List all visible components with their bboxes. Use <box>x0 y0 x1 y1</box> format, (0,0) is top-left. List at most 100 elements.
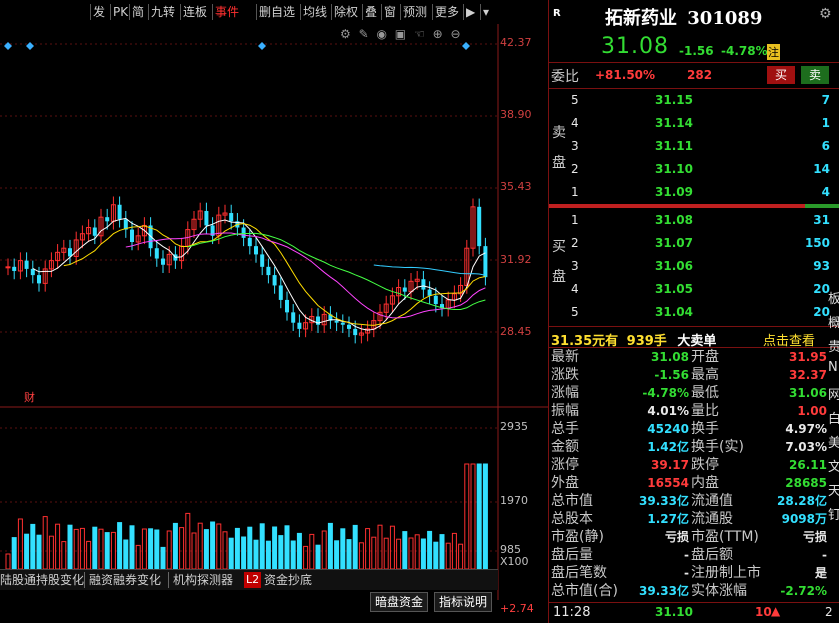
zoom-out-icon[interactable]: ⊖ <box>450 27 460 41</box>
volume-bar <box>160 546 166 570</box>
volume-bar <box>42 516 48 570</box>
volume-bar <box>414 534 420 570</box>
finance-marker[interactable]: 财 <box>24 389 35 405</box>
volume-bar <box>402 531 408 570</box>
toolbar-item-pk[interactable]: PK <box>110 4 130 20</box>
stat-value: -1.56 <box>654 368 689 382</box>
toolbar-item-forecast[interactable]: 预测 <box>400 4 429 20</box>
stat-label: 开盘 <box>691 349 719 365</box>
toolbar-item-exright[interactable]: 除权 <box>331 4 360 20</box>
candle-body <box>105 217 110 222</box>
sell-level: 3 <box>571 139 579 153</box>
toolbar-item-remove-fav[interactable]: 删自选 <box>256 4 297 20</box>
stat-label: 总手 <box>551 421 579 437</box>
toolbar-item-window[interactable]: 窗 <box>381 4 398 20</box>
sell-row[interactable]: 1 31.09 4 <box>549 181 839 203</box>
volume-bar <box>265 540 271 570</box>
sell-level: 2 <box>571 162 579 176</box>
sell-level: 1 <box>571 185 579 199</box>
buy-button[interactable]: 买 <box>767 66 795 84</box>
stat-value: 39.33亿 <box>639 584 689 598</box>
stat-row: 总市值 39.33亿 流通值 28.28亿 <box>549 492 839 510</box>
sell-row[interactable]: 3 31.11 6 <box>549 135 839 157</box>
volume-bar <box>259 523 265 570</box>
toolbar-item-jiuzhuan[interactable]: 九转 <box>148 4 177 20</box>
settings-icon[interactable]: ⚙ <box>340 27 351 41</box>
eye-icon[interactable]: ◉ <box>376 27 386 41</box>
volume-bar <box>315 544 321 570</box>
edge-char: 天 <box>828 484 839 499</box>
sell-button[interactable]: 卖 <box>801 66 829 84</box>
buy-level: 2 <box>571 236 579 250</box>
stat-value: 26.11 <box>789 458 827 472</box>
buy-price: 31.06 <box>655 259 693 273</box>
toolbar-item-lianban[interactable]: 连板 <box>180 4 209 20</box>
sell-row[interactable]: 4 31.14 1 <box>549 112 839 134</box>
buy-row[interactable]: 2 31.07 150 <box>549 232 839 254</box>
volume-bar <box>371 536 377 570</box>
tab-margin[interactable]: 融资融券变化 <box>84 572 161 588</box>
event-marker-icon <box>258 42 266 50</box>
kline-chart[interactable]: 42.37 38.90 35.43 31.92 28.45 2935 1970 … <box>0 24 548 600</box>
stat-label: 盘后笔数 <box>551 565 607 581</box>
toolbar-item-overlay[interactable]: 叠 <box>362 4 379 20</box>
volume-bar <box>303 545 309 570</box>
candle-body <box>12 266 17 271</box>
arrow-up-icon: ▲ <box>771 604 781 618</box>
change-percent: -4.78% <box>721 44 768 58</box>
volume-tick-2: 1970 <box>500 494 528 507</box>
zoom-in-icon[interactable]: ⊕ <box>433 27 443 41</box>
volume-bar <box>247 526 253 570</box>
edge-char: N <box>828 360 838 375</box>
volume-bar <box>36 534 42 570</box>
toolbar-item-more[interactable]: 更多 <box>432 4 461 20</box>
stat-label: 涨停 <box>551 457 579 473</box>
stock-name: 拓新药业 301089 <box>605 4 762 30</box>
indicator-guide-button[interactable]: 指标说明 <box>434 592 493 612</box>
buy-row[interactable]: 1 31.08 31 <box>549 209 839 231</box>
tab-hk-connect[interactable]: 陆股通持股变化 <box>0 572 84 588</box>
volume-bar <box>427 530 433 570</box>
stat-value: -4.78% <box>642 386 689 400</box>
toolbar-item-ma[interactable]: 均线 <box>300 4 329 20</box>
volume-bar <box>98 528 104 570</box>
hand-icon[interactable]: ☜ <box>414 27 425 41</box>
toolbar-item-fa[interactable]: 发 <box>90 4 107 20</box>
buy-row[interactable]: 3 31.06 93 <box>549 255 839 277</box>
toolbar-item-event[interactable]: 事件 <box>212 4 241 20</box>
stat-label: 最新 <box>551 349 579 365</box>
volume-bar <box>290 540 296 570</box>
buy-row[interactable]: 5 31.04 20 <box>549 301 839 323</box>
sell-row[interactable]: 2 31.10 14 <box>549 158 839 180</box>
stat-value: 9098万 <box>781 512 827 526</box>
price-tick-2: 38.90 <box>500 108 532 121</box>
settings-icon[interactable]: ⚙ <box>819 6 832 22</box>
volume-bar <box>278 535 284 570</box>
event-marker-icon <box>462 42 470 50</box>
briefcase-icon[interactable]: ▣ <box>395 27 406 41</box>
candle-body <box>130 229 134 242</box>
candle-body <box>272 275 277 286</box>
price-tick-5: 28.45 <box>500 325 532 338</box>
tab-institution[interactable]: 机构探测器 <box>168 572 233 588</box>
volume-bar <box>433 541 439 570</box>
triangle-right-icon[interactable]: ▶ <box>463 4 480 20</box>
volume-bar <box>321 530 327 570</box>
sell-row[interactable]: 5 31.15 7 <box>549 89 839 111</box>
triangle-down-icon[interactable]: ▾ <box>480 4 495 20</box>
edge-char: 白 <box>828 412 839 427</box>
tab-bottom-fishing[interactable]: 资金抄底 <box>264 572 312 588</box>
current-price: 31.08 <box>601 34 669 59</box>
volume-bar <box>365 528 371 570</box>
trade-price: 31.10 <box>655 605 693 619</box>
candle-body <box>483 246 488 278</box>
volume-bar <box>67 524 73 570</box>
toolbar-item-simple[interactable]: 简 <box>129 4 146 20</box>
pen-icon[interactable]: ✎ <box>359 27 369 41</box>
stat-label: 总市值 <box>551 493 593 509</box>
volume-bar <box>346 539 352 570</box>
buy-row[interactable]: 4 31.05 20 <box>549 278 839 300</box>
dark-fund-button[interactable]: 暗盘资金 <box>370 592 429 612</box>
bottom-value: +2.74 <box>500 602 534 615</box>
stat-label: 涨幅 <box>551 385 579 401</box>
